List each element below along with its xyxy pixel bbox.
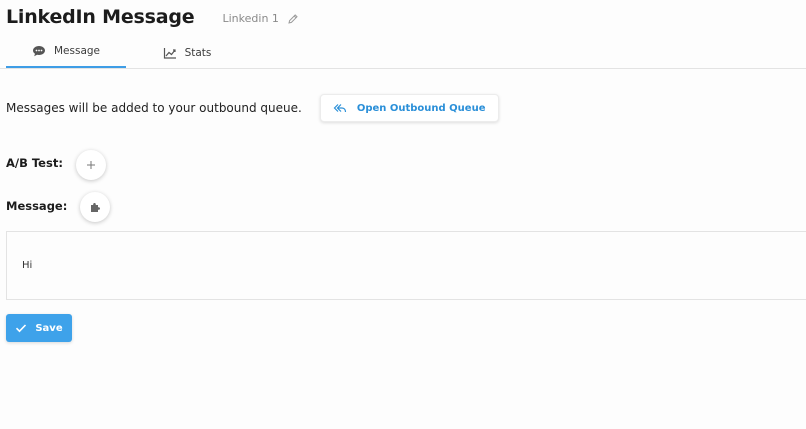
open-outbound-queue-label: Open Outbound Queue (356, 102, 486, 114)
insert-snippet-button[interactable] (80, 192, 110, 222)
pencil-icon[interactable] (287, 13, 299, 25)
tab-message[interactable]: Message (6, 36, 126, 68)
message-body-text: Hi (22, 260, 33, 271)
outbound-queue-row: Messages will be added to your outbound … (6, 94, 500, 122)
line-chart-icon (163, 46, 177, 60)
header: LinkedIn Message Linkedin 1 (6, 4, 299, 30)
page-title: LinkedIn Message (6, 6, 195, 28)
open-outbound-queue-button[interactable]: Open Outbound Queue (319, 94, 500, 122)
puzzle-piece-icon (89, 201, 101, 213)
tab-stats-label: Stats (184, 46, 212, 59)
ab-test-add-button[interactable] (76, 150, 106, 180)
chat-bubble-icon (32, 44, 46, 58)
plus-icon (86, 160, 96, 170)
page: LinkedIn Message Linkedin 1 Message Stat… (0, 0, 806, 429)
tab-message-label: Message (53, 45, 101, 57)
message-label: Message: (6, 199, 68, 213)
save-label: Save (35, 322, 63, 334)
reply-all-icon (333, 101, 347, 115)
check-icon (15, 322, 27, 334)
message-editor[interactable]: Hi (6, 231, 806, 300)
subtitle-text: Linkedin 1 (222, 12, 279, 25)
tab-bar: Message Stats (0, 36, 806, 69)
save-button[interactable]: Save (6, 314, 72, 342)
subtitle: Linkedin 1 (223, 12, 299, 25)
queue-info-text: Messages will be added to your outbound … (6, 101, 302, 115)
tab-stats[interactable]: Stats (148, 36, 226, 69)
ab-test-label: A/B Test: (6, 156, 63, 170)
